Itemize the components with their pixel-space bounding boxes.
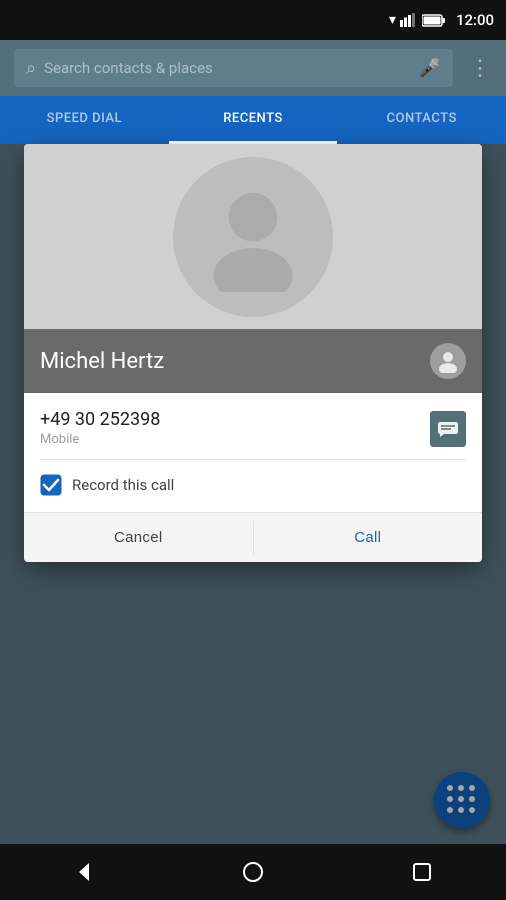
tab-recents[interactable]: RECENTS <box>169 96 338 144</box>
status-icons: ▾ 12:00 <box>389 11 494 29</box>
back-button[interactable] <box>73 861 95 883</box>
status-time: 12:00 <box>456 11 494 29</box>
record-area: Record this call <box>24 460 482 512</box>
status-bar: ▾ 12:00 <box>0 0 506 40</box>
phone-details: +49 30 252398 Mobile <box>40 409 430 447</box>
nav-bar <box>0 844 506 900</box>
phone-area: +49 30 252398 Mobile <box>24 393 482 447</box>
wifi-icon: ▾ <box>389 12 396 28</box>
avatar-icon-small <box>436 349 460 373</box>
recents-icon <box>411 861 433 883</box>
dialog-actions: Cancel Call <box>24 512 482 562</box>
sms-icon <box>437 421 459 437</box>
avatar-silhouette <box>198 182 308 292</box>
more-options-icon[interactable]: ⋮ <box>469 56 492 81</box>
tab-contacts[interactable]: CONTACTS <box>337 96 506 144</box>
contact-avatar-large <box>173 157 333 317</box>
microphone-icon[interactable]: 🎤 <box>419 58 441 79</box>
record-label: Record this call <box>72 476 174 494</box>
cancel-button[interactable]: Cancel <box>24 513 253 562</box>
contact-name-bar: Michel Hertz <box>24 329 482 393</box>
call-dialog: Michel Hertz +49 30 252398 Mobile <box>24 144 482 562</box>
content-area: Michel Hertz +49 30 252398 Mobile <box>0 144 506 844</box>
search-input-area[interactable]: ⌕ Search contacts & places 🎤 <box>14 49 453 87</box>
search-bar: ⌕ Search contacts & places 🎤 ⋮ <box>0 40 506 96</box>
contact-image-area <box>24 144 482 329</box>
modal-overlay: Michel Hertz +49 30 252398 Mobile <box>0 144 506 844</box>
tab-speed-dial[interactable]: SPEED DIAL <box>0 96 169 144</box>
home-button[interactable] <box>242 861 264 883</box>
contact-avatar-small <box>430 343 466 379</box>
record-checkbox[interactable] <box>40 474 62 496</box>
message-icon[interactable] <box>430 411 466 447</box>
signal-icon <box>400 13 418 27</box>
contact-name: Michel Hertz <box>40 349 164 374</box>
phone-number: +49 30 252398 <box>40 409 430 430</box>
call-button[interactable]: Call <box>254 513 483 562</box>
home-icon <box>242 861 264 883</box>
search-icon: ⌕ <box>26 58 36 79</box>
battery-icon <box>422 14 446 27</box>
back-icon <box>73 861 95 883</box>
search-placeholder: Search contacts & places <box>44 59 410 77</box>
recents-button[interactable] <box>411 861 433 883</box>
tab-bar: SPEED DIAL RECENTS CONTACTS <box>0 96 506 144</box>
phone-type: Mobile <box>40 432 430 447</box>
